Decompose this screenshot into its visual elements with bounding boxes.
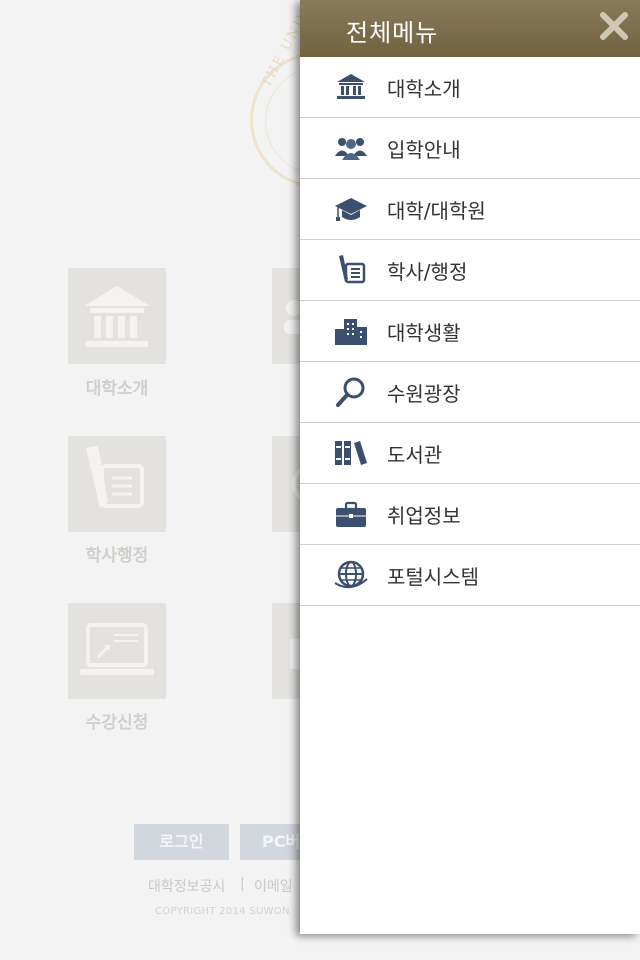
menu-item-label: 도서관 xyxy=(387,443,443,467)
full-menu-panel: 전체메뉴 대학소개 입학안내 대학/대학원 학사/행정 대학생활 수원광장 도서… xyxy=(300,0,640,934)
menu-item-label: 취업정보 xyxy=(387,504,461,528)
menu-header: 전체메뉴 xyxy=(300,0,640,57)
building-icon xyxy=(84,286,150,347)
menu-item-admission[interactable]: 입학안내 xyxy=(300,118,640,179)
menu-item-jobs[interactable]: 취업정보 xyxy=(300,484,640,545)
email-link[interactable]: 이메일 xyxy=(254,876,293,896)
menu-item-graduate[interactable]: 대학/대학원 xyxy=(300,179,640,240)
building-icon xyxy=(337,74,365,99)
tile-label: 학사행정 xyxy=(85,546,149,566)
menu-item-plaza[interactable]: 수원광장 xyxy=(300,362,640,423)
menu-item-label: 대학생활 xyxy=(387,321,461,345)
city-icon xyxy=(335,319,367,345)
document-pen-icon xyxy=(339,255,366,284)
tile-intro[interactable] xyxy=(68,268,166,364)
tile-label: 수강신청 xyxy=(85,713,149,733)
document-pen-icon xyxy=(86,446,144,508)
login-button[interactable]: 로그인 xyxy=(134,824,229,860)
menu-item-label: 포털시스템 xyxy=(387,565,479,589)
menu-item-label: 수원광장 xyxy=(387,382,461,406)
graduation-cap-icon xyxy=(335,198,367,221)
tile-label: 대학소개 xyxy=(85,379,149,399)
menu-item-portal[interactable]: 포털시스템 xyxy=(300,545,640,606)
footer-separator: | xyxy=(240,876,245,892)
menu-item-label: 입학안내 xyxy=(387,138,461,162)
copyright-text: COPYRIGHT 2014 SUWON xyxy=(155,906,290,917)
menu-title: 전체메뉴 xyxy=(346,19,439,47)
books-icon xyxy=(335,441,367,465)
briefcase-icon xyxy=(336,501,366,527)
menu-item-intro[interactable]: 대학소개 xyxy=(300,57,640,118)
menu-item-campus-life[interactable]: 대학생활 xyxy=(300,301,640,362)
close-icon[interactable] xyxy=(596,8,632,44)
info-disclosure-link[interactable]: 대학정보공시 xyxy=(148,876,225,896)
menu-item-label: 학사/행정 xyxy=(387,260,468,284)
menu-item-library[interactable]: 도서관 xyxy=(300,423,640,484)
tile-academic[interactable] xyxy=(68,436,166,532)
people-icon xyxy=(335,138,367,160)
menu-item-label: 대학/대학원 xyxy=(387,199,486,223)
tile-registration[interactable] xyxy=(68,603,166,699)
menu-item-label: 대학소개 xyxy=(387,77,461,101)
magnifier-icon xyxy=(336,377,365,407)
globe-icon xyxy=(334,560,368,589)
menu-item-academic[interactable]: 학사/행정 xyxy=(300,240,640,301)
laptop-icon xyxy=(80,623,154,675)
